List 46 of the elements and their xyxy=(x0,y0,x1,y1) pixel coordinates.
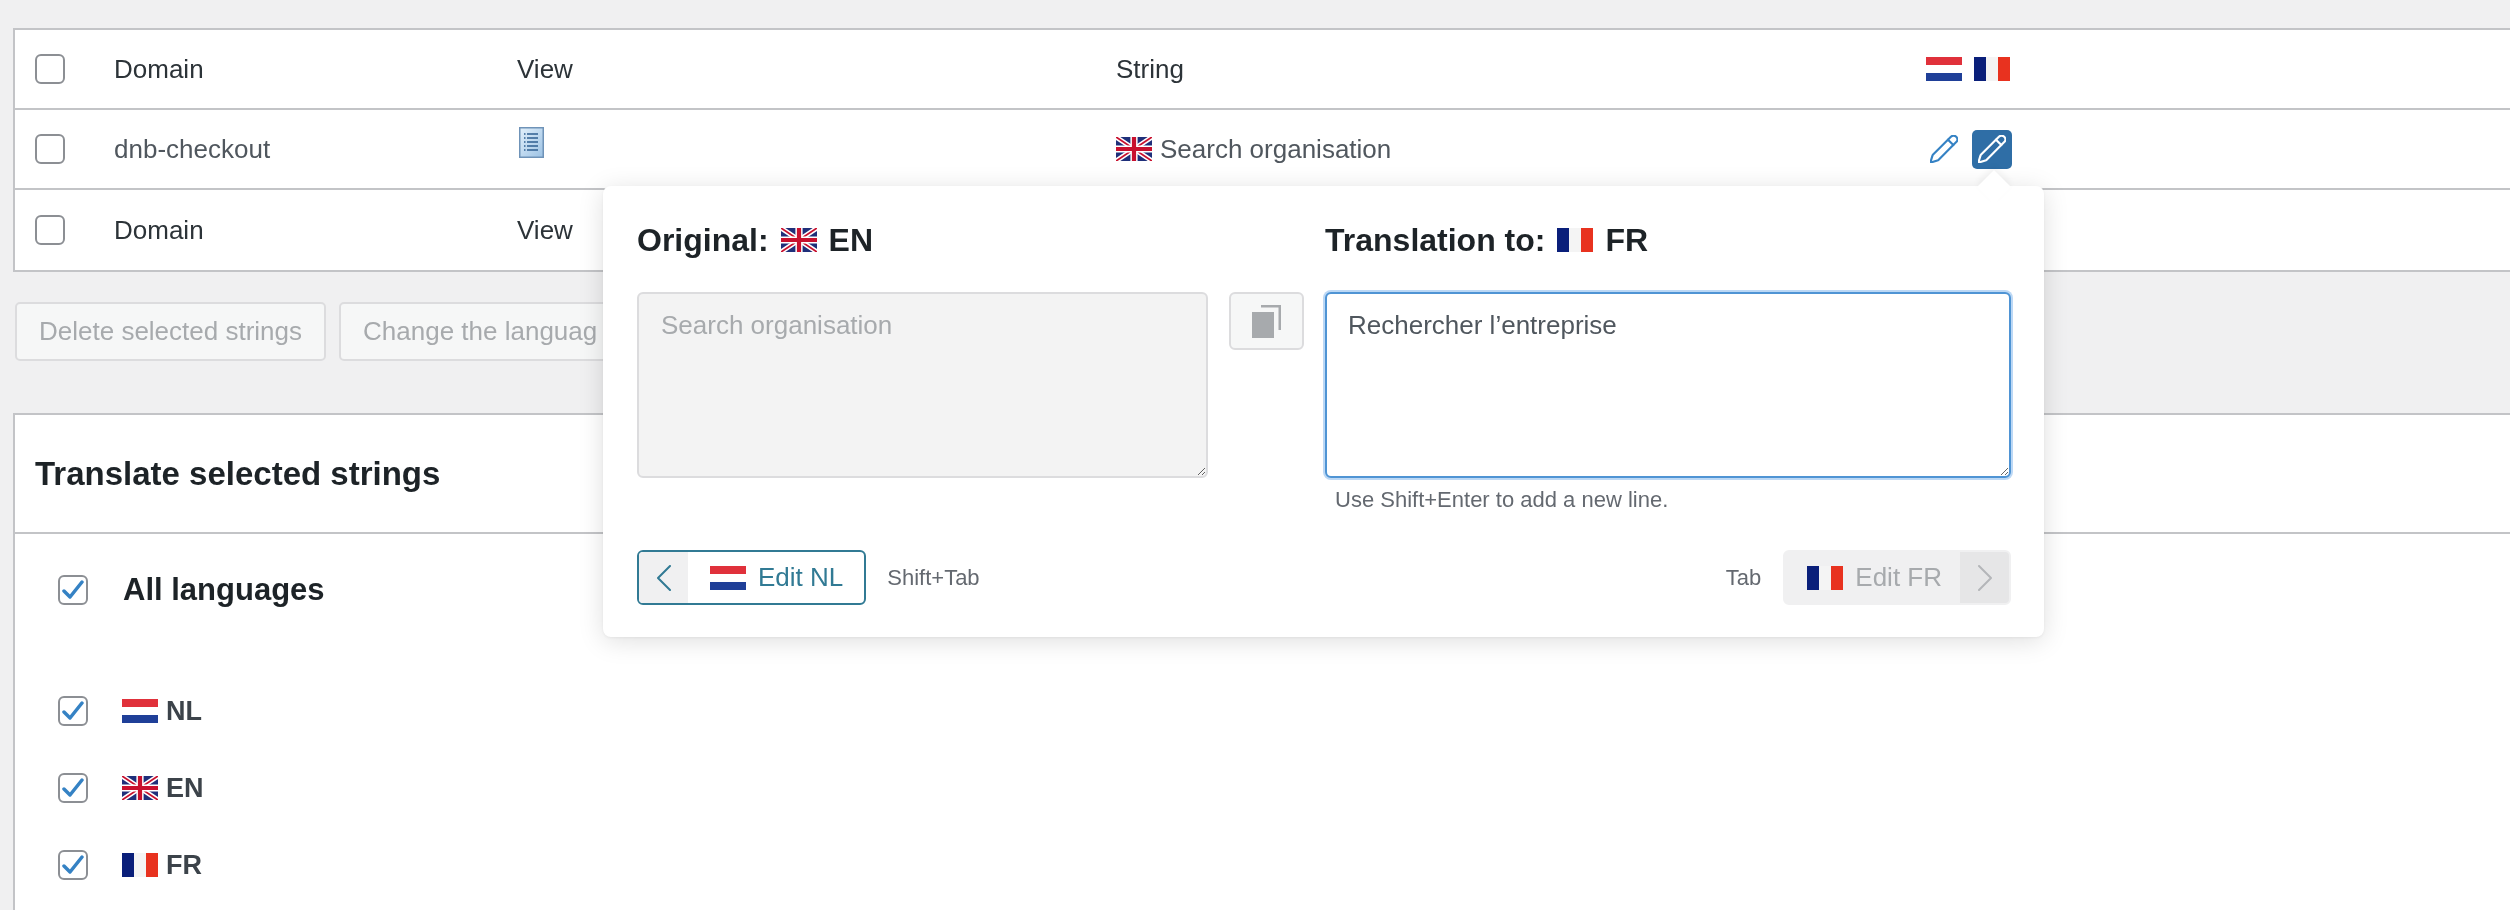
panel-title: Translate selected strings xyxy=(35,454,441,493)
pencil-icon xyxy=(1978,135,2006,163)
french-flag-icon xyxy=(1807,565,1844,590)
shortcut-hint: Tab xyxy=(1725,564,1762,591)
previous-language-button[interactable]: Edit NL xyxy=(637,550,867,605)
original-label: Original: xyxy=(637,221,769,259)
column-header: String xyxy=(1116,53,1184,85)
checkbox[interactable] xyxy=(35,54,65,84)
document-icon[interactable] xyxy=(519,126,544,158)
all-languages-label: All languages xyxy=(123,572,325,608)
checkbox[interactable] xyxy=(58,773,88,803)
chevron-right-icon xyxy=(1977,564,1992,591)
checkbox[interactable] xyxy=(35,134,65,164)
french-flag-icon xyxy=(122,853,158,877)
translation-text-field[interactable]: Rechercher l’entreprise xyxy=(1325,292,2011,478)
dutch-flag-icon xyxy=(122,699,158,723)
column-header: View xyxy=(517,214,573,246)
hint-text: Use Shift+Enter to add a new line. xyxy=(1334,487,1669,513)
checkbox[interactable] xyxy=(58,575,88,605)
string-text: Search organisation xyxy=(1160,133,1392,165)
chevron-left-icon xyxy=(656,564,671,591)
dutch-flag-icon xyxy=(1926,57,1962,81)
language-code: FR xyxy=(166,849,202,881)
copy-icon xyxy=(1252,304,1281,338)
edit-button[interactable] xyxy=(1972,129,2012,169)
column-header: Domain xyxy=(114,214,204,246)
column-header: Domain xyxy=(114,53,204,85)
language-code: EN xyxy=(166,772,204,804)
british-flag-icon xyxy=(122,776,158,800)
checkbox[interactable] xyxy=(35,215,65,245)
language-code: FR xyxy=(1605,221,1649,259)
french-flag-icon xyxy=(1974,57,2010,81)
french-flag-icon xyxy=(1557,228,1594,252)
language-code: NL xyxy=(166,695,202,727)
copy-button[interactable] xyxy=(1229,292,1304,350)
checkbox[interactable] xyxy=(58,696,88,726)
british-flag-icon xyxy=(780,228,817,252)
dutch-flag-icon xyxy=(710,565,746,590)
pencil-icon xyxy=(1930,135,1958,163)
column-header: View xyxy=(517,53,573,85)
shortcut-hint: Shift+Tab xyxy=(887,564,980,591)
checkbox[interactable] xyxy=(58,850,88,880)
domain-text: dnb-checkout xyxy=(114,133,271,165)
translation-label: Translation to: xyxy=(1325,221,1546,259)
british-flag-icon xyxy=(1116,137,1152,161)
language-code: EN xyxy=(828,221,873,259)
